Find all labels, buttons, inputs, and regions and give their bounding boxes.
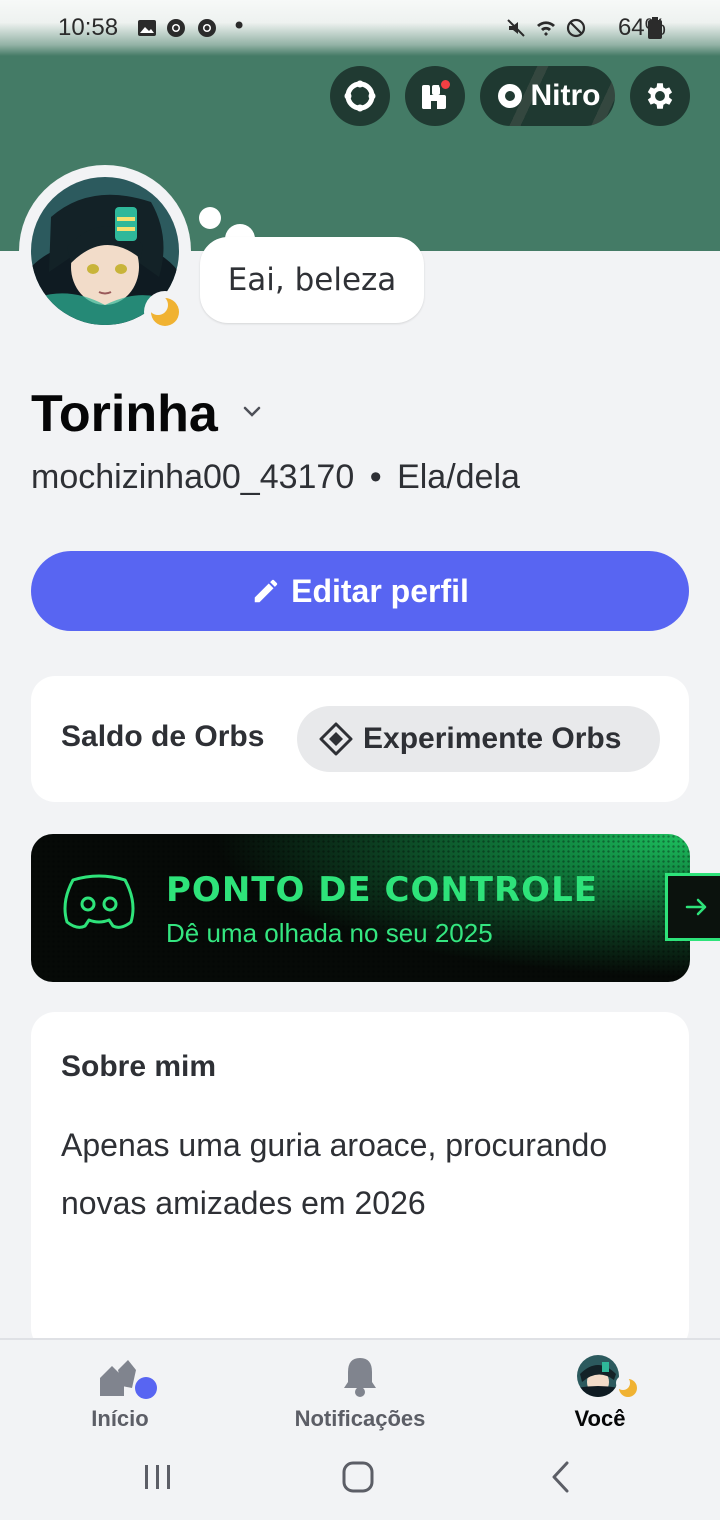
settings-button[interactable] bbox=[630, 66, 690, 126]
home-system-icon[interactable] bbox=[341, 1460, 375, 1494]
about-me-text: Apenas uma guria aroace, procurando nova… bbox=[61, 1127, 608, 1221]
pencil-icon bbox=[254, 579, 278, 603]
bottom-navigation: Início Notificações Você bbox=[0, 1338, 720, 1440]
mute-icon bbox=[507, 19, 525, 37]
nav-home-label: Início bbox=[91, 1406, 149, 1431]
home-icon bbox=[100, 1360, 157, 1399]
pronouns: Ela/dela bbox=[397, 458, 520, 496]
checkpoint-banner[interactable]: PONTO DE CONTROLE Dê uma olhada no seu 2… bbox=[31, 834, 690, 982]
username-row: mochizinha00_43170 • Ela/dela bbox=[31, 458, 520, 497]
status-dot-text: • bbox=[232, 12, 247, 40]
orbs-balance-title: Saldo de Orbs bbox=[61, 720, 265, 753]
quests-icon bbox=[344, 80, 376, 112]
chevron-down-icon[interactable] bbox=[241, 400, 263, 422]
separator: • bbox=[369, 458, 382, 496]
battery-icon bbox=[648, 17, 662, 39]
edit-profile-button[interactable]: Editar perfil bbox=[31, 551, 689, 631]
nitro-label: Nitro bbox=[530, 79, 601, 112]
bell-icon bbox=[344, 1358, 376, 1397]
chrome-icon bbox=[167, 19, 185, 37]
thought-dot-small bbox=[199, 207, 221, 229]
status-time: 10:58 bbox=[58, 14, 119, 41]
about-me-card: Sobre mim Apenas uma guria aroace, procu… bbox=[31, 1012, 689, 1352]
chrome-icon bbox=[198, 19, 216, 37]
nitro-button[interactable]: Nitro bbox=[480, 66, 615, 126]
username: mochizinha00_43170 bbox=[31, 458, 355, 496]
custom-status-bubble[interactable]: Eai, beleza bbox=[200, 237, 424, 323]
wifi-icon bbox=[537, 21, 555, 36]
checkpoint-subtitle: Dê uma olhada no seu 2025 bbox=[166, 918, 493, 948]
checkpoint-title: PONTO DE CONTROLE bbox=[166, 870, 598, 910]
try-orbs-button[interactable]: Experimente Orbs bbox=[297, 706, 660, 772]
nav-notifications[interactable]: Notificações bbox=[260, 1340, 460, 1442]
about-me-title: Sobre mim bbox=[61, 1050, 217, 1083]
gallery-icon bbox=[138, 20, 156, 36]
you-avatar-icon bbox=[577, 1355, 640, 1400]
gear-icon bbox=[647, 83, 673, 109]
moon-icon bbox=[149, 296, 179, 326]
system-navigation-bar bbox=[0, 1440, 720, 1520]
arrow-right-icon bbox=[685, 898, 706, 916]
status-bar: 10:58 • 64% bbox=[0, 0, 720, 56]
nav-home[interactable]: Início bbox=[20, 1340, 220, 1442]
display-name[interactable]: Torinha bbox=[31, 384, 218, 444]
edit-profile-label: Editar perfil bbox=[291, 572, 469, 609]
idle-status-indicator bbox=[144, 291, 186, 333]
back-icon[interactable] bbox=[548, 1460, 574, 1494]
recent-apps-icon[interactable] bbox=[142, 1462, 174, 1492]
nav-you-label: Você bbox=[574, 1406, 626, 1431]
nav-notifications-label: Notificações bbox=[294, 1406, 426, 1431]
orb-icon bbox=[319, 722, 353, 756]
nitro-icon bbox=[497, 84, 522, 108]
notification-badge bbox=[439, 78, 452, 91]
custom-status-text: Eai, beleza bbox=[227, 262, 397, 298]
discord-logo-icon bbox=[63, 874, 135, 929]
shop-button[interactable] bbox=[405, 66, 465, 126]
try-orbs-label: Experimente Orbs bbox=[363, 722, 622, 755]
checkpoint-arrow-button[interactable] bbox=[665, 873, 720, 941]
orbs-card: Saldo de Orbs Experimente Orbs bbox=[31, 676, 689, 802]
nav-you[interactable]: Você bbox=[500, 1340, 700, 1442]
quests-button[interactable] bbox=[330, 66, 390, 126]
do-not-disturb-icon bbox=[566, 18, 586, 38]
